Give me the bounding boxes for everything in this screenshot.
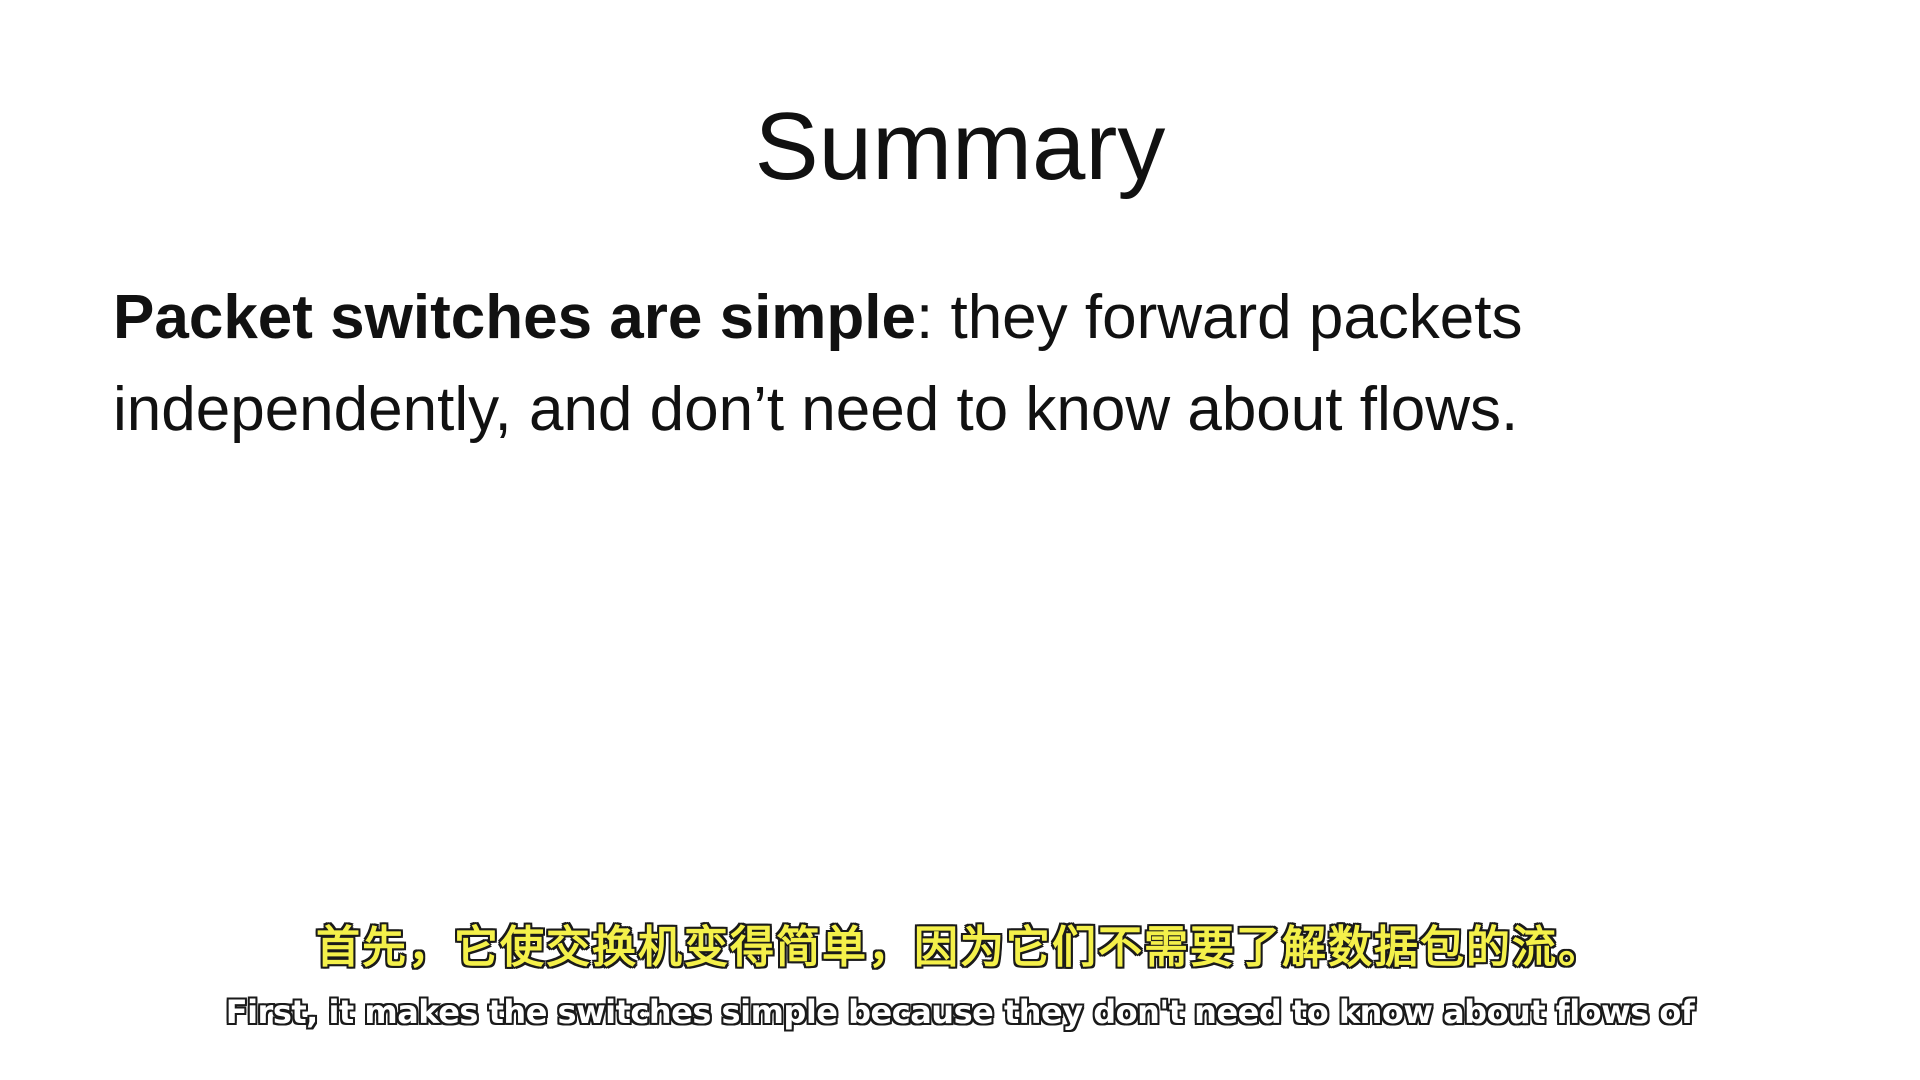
body-line-1-rest: : they forward packets: [916, 283, 1523, 352]
body-line-2: independently, and don’t need to know ab…: [113, 375, 1519, 444]
body-bold-phrase: Packet switches are simple: [113, 283, 917, 352]
slide-body: Packet switches are simple: they forward…: [113, 272, 1833, 456]
slide-title: Summary: [754, 93, 1166, 200]
slide: Summary Packet switches are simple: they…: [0, 0, 1920, 1080]
subtitle-chinese: 首先，它使交换机变得简单，因为它们不需要了解数据包的流。: [316, 922, 1604, 973]
subtitle-english: First, it makes the switches simple beca…: [225, 993, 1695, 1031]
body-line-1: Packet switches are simple: they forward…: [113, 272, 1833, 364]
